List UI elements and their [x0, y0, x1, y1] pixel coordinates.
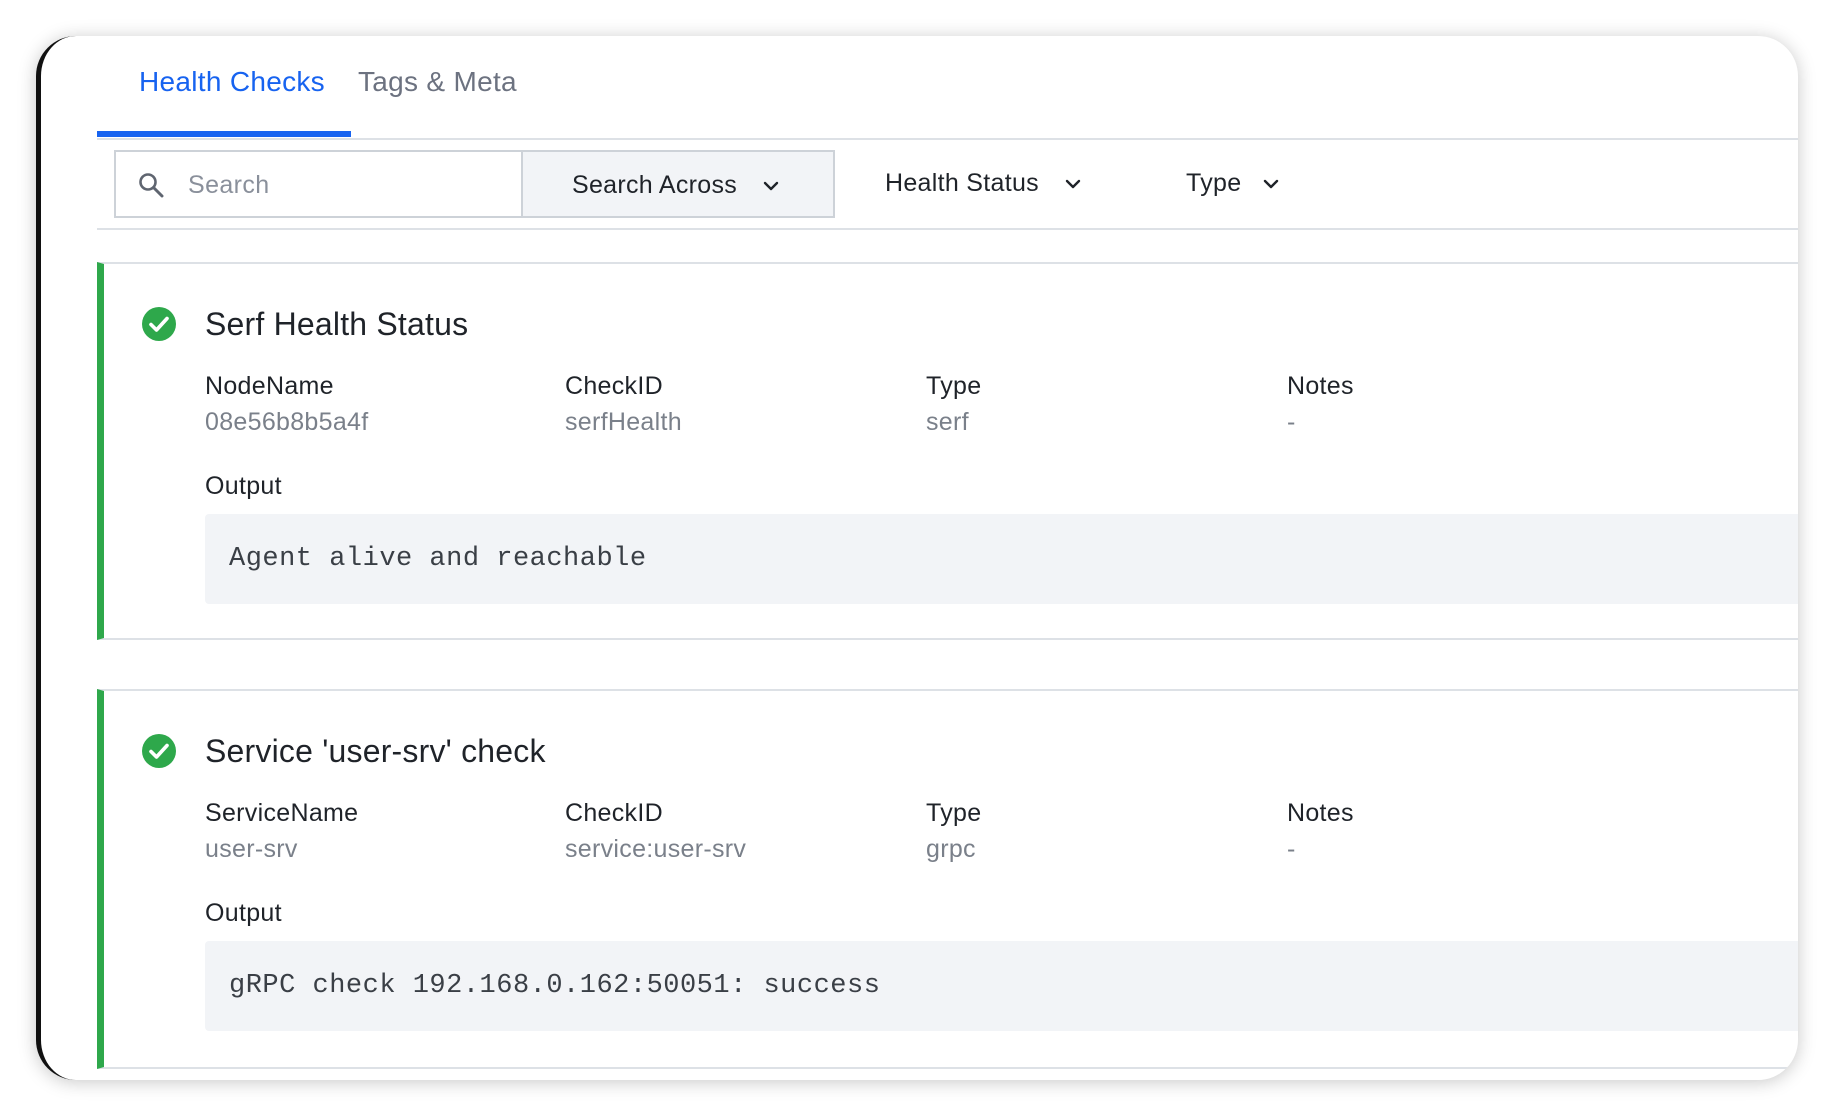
chevron-down-icon	[1263, 179, 1279, 189]
field-value-notes: -	[1287, 408, 1296, 436]
field-label-servicename: ServiceName	[205, 799, 359, 827]
field-label-type: Type	[926, 372, 982, 400]
search-input[interactable]	[186, 162, 510, 208]
check-circle-icon	[142, 734, 176, 768]
active-tab-indicator	[97, 131, 351, 137]
field-label-notes: Notes	[1287, 799, 1354, 827]
output-text: gRPC check 192.168.0.162:50051: success	[229, 971, 881, 1001]
field-label-notes: Notes	[1287, 372, 1354, 400]
field-value-checkid: serfHealth	[565, 408, 682, 436]
field-label-nodename: NodeName	[205, 372, 334, 400]
main-content: Health Checks Tags & Meta Search Across …	[97, 36, 1798, 1080]
health-status-label: Health Status	[885, 169, 1039, 197]
field-label-checkid: CheckID	[565, 372, 663, 400]
field-value-type: serf	[926, 408, 969, 436]
search-box	[114, 150, 522, 218]
type-filter-label: Type	[1186, 169, 1242, 197]
search-across-label: Search Across	[572, 171, 738, 199]
output-box: gRPC check 192.168.0.162:50051: success	[205, 941, 1798, 1031]
search-across-dropdown[interactable]: Search Across	[521, 150, 835, 218]
check-title: Serf Health Status	[205, 306, 469, 342]
health-check-card: Serf Health Status NodeName 08e56b8b5a4f…	[97, 262, 1798, 640]
field-value-nodename: 08e56b8b5a4f	[205, 408, 369, 436]
check-circle-icon	[142, 307, 176, 341]
tab-bar: Health Checks Tags & Meta	[97, 36, 1798, 140]
output-label: Output	[205, 899, 282, 927]
chevron-down-icon	[763, 181, 779, 191]
tab-tags-meta[interactable]: Tags & Meta	[358, 66, 517, 98]
field-value-notes: -	[1287, 835, 1296, 863]
app-window: Health Checks Tags & Meta Search Across …	[36, 36, 1798, 1080]
field-label-checkid: CheckID	[565, 799, 663, 827]
chevron-down-icon	[1065, 179, 1081, 189]
output-box: Agent alive and reachable	[205, 514, 1798, 604]
tab-health-checks[interactable]: Health Checks	[139, 66, 325, 98]
health-check-card: Service 'user-srv' check ServiceName use…	[97, 689, 1798, 1069]
check-title: Service 'user-srv' check	[205, 733, 546, 769]
filter-toolbar: Search Across Health Status Type	[97, 140, 1798, 230]
health-status-filter[interactable]: Health Status	[885, 169, 1081, 198]
field-label-type: Type	[926, 799, 982, 827]
type-filter[interactable]: Type	[1186, 169, 1279, 198]
search-icon	[139, 173, 164, 198]
field-value-checkid: service:user-srv	[565, 835, 747, 863]
field-value-servicename: user-srv	[205, 835, 298, 863]
output-text: Agent alive and reachable	[229, 544, 647, 574]
field-value-type: grpc	[926, 835, 976, 863]
output-label: Output	[205, 472, 282, 500]
